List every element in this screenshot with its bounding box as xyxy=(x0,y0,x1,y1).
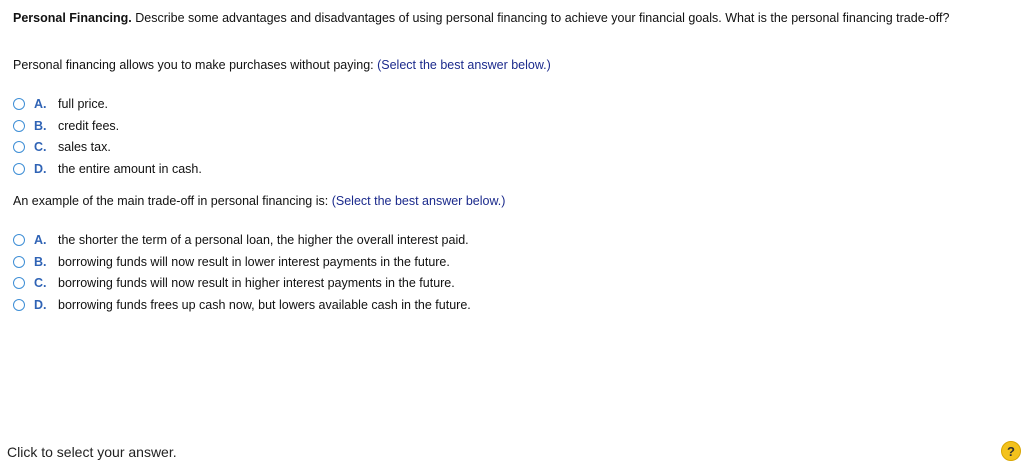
question-text: Describe some advantages and disadvantag… xyxy=(135,11,950,25)
help-icon[interactable]: ? xyxy=(1001,441,1021,461)
part1-option-d[interactable]: D. the entire amount in cash. xyxy=(13,158,202,180)
part1-prompt: Personal financing allows you to make pu… xyxy=(13,57,551,73)
part2-prompt-text: An example of the main trade-off in pers… xyxy=(13,194,329,208)
part2-option-d[interactable]: D. borrowing funds frees up cash now, bu… xyxy=(13,294,471,316)
question-title: Personal Financing. xyxy=(13,11,132,25)
question-page: Personal Financing. Describe some advant… xyxy=(0,0,1024,466)
option-text[interactable]: the entire amount in cash. xyxy=(58,162,202,176)
radio-button-icon[interactable] xyxy=(13,277,25,290)
radio-button-icon[interactable] xyxy=(13,162,25,175)
part1-prompt-text: Personal financing allows you to make pu… xyxy=(13,58,374,72)
part2-options: A. the shorter the term of a personal lo… xyxy=(13,229,471,316)
option-letter: D. xyxy=(34,297,47,312)
option-letter: C. xyxy=(34,276,47,291)
option-text[interactable]: sales tax. xyxy=(58,140,111,154)
option-letter: A. xyxy=(34,96,47,111)
part1-option-c[interactable]: C. sales tax. xyxy=(13,136,202,158)
footer-instruction: Click to select your answer. xyxy=(7,444,177,460)
option-letter: C. xyxy=(34,140,47,155)
radio-button-icon[interactable] xyxy=(13,119,25,132)
part1-options: A. full price. B. credit fees. C. sales … xyxy=(13,93,202,180)
option-text[interactable]: borrowing funds will now result in lower… xyxy=(58,255,450,269)
option-letter: D. xyxy=(34,161,47,176)
part2-hint: (Select the best answer below.) xyxy=(331,194,506,208)
option-letter: B. xyxy=(34,254,47,269)
help-label: ? xyxy=(1007,443,1015,459)
option-letter: B. xyxy=(34,118,47,133)
radio-button-icon[interactable] xyxy=(13,233,25,246)
option-text[interactable]: full price. xyxy=(58,97,108,111)
option-text[interactable]: borrowing funds will now result in highe… xyxy=(58,276,455,290)
part2-option-b[interactable]: B. borrowing funds will now result in lo… xyxy=(13,251,471,273)
radio-button-icon[interactable] xyxy=(13,141,25,154)
option-text[interactable]: the shorter the term of a personal loan,… xyxy=(58,233,469,247)
part1-option-a[interactable]: A. full price. xyxy=(13,93,202,115)
part1-hint: (Select the best answer below.) xyxy=(377,58,551,72)
part1-option-b[interactable]: B. credit fees. xyxy=(13,115,202,137)
radio-button-icon[interactable] xyxy=(13,255,25,268)
part2-option-a[interactable]: A. the shorter the term of a personal lo… xyxy=(13,229,471,251)
radio-button-icon[interactable] xyxy=(13,97,25,110)
question-statement: Personal Financing. Describe some advant… xyxy=(13,10,1003,26)
radio-button-icon[interactable] xyxy=(13,298,25,311)
part2-prompt: An example of the main trade-off in pers… xyxy=(13,193,505,209)
option-text[interactable]: credit fees. xyxy=(58,119,119,133)
option-letter: A. xyxy=(34,232,47,247)
part2-option-c[interactable]: C. borrowing funds will now result in hi… xyxy=(13,272,471,294)
option-text[interactable]: borrowing funds frees up cash now, but l… xyxy=(58,298,471,312)
